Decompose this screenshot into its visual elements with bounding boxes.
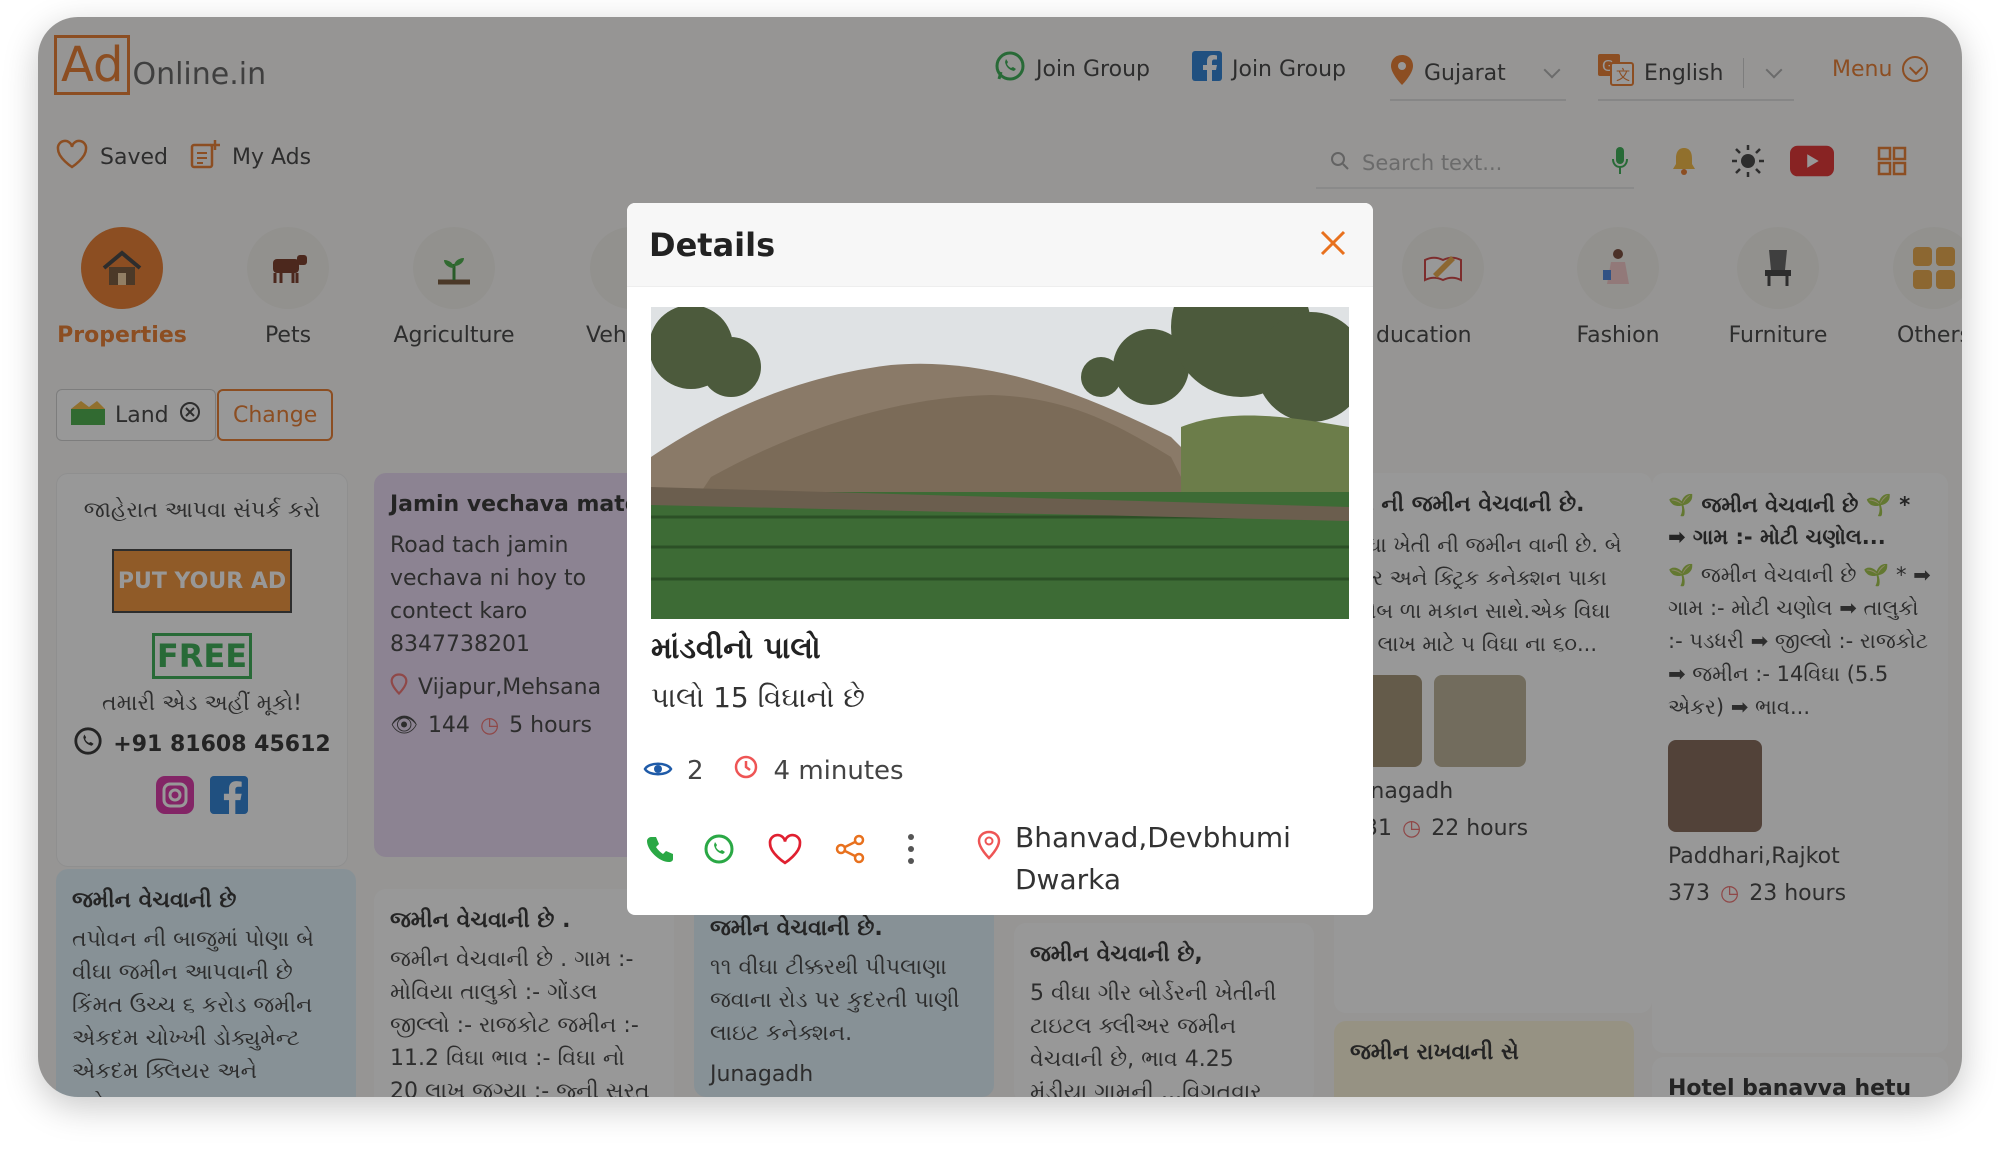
ad-location: Bhanvad,Devbhumi Dwarka [977,817,1345,901]
details-modal: Details માંડવીનો પાલો પાલો 15 વિઘાનો છે … [627,203,1373,915]
posted-time: 4 minutes [773,755,904,786]
eye-icon [643,756,673,786]
ad-stats: 2 4 minutes [643,755,904,786]
heart-icon[interactable] [767,833,803,869]
modal-title: Details [649,225,776,264]
modal-header: Details [627,203,1373,287]
share-icon[interactable] [835,834,865,868]
app-frame: Ad Online.in Join Group Join Group Gujar… [38,17,1962,1097]
ad-actions [645,833,915,869]
close-icon[interactable] [1319,229,1347,261]
clock-icon [734,755,758,786]
ad-title: માંડવીનો પાલો [651,631,821,666]
whatsapp-icon[interactable] [703,833,735,869]
phone-icon[interactable] [645,834,675,868]
more-options-icon[interactable] [907,833,915,869]
view-count: 2 [687,755,704,786]
ad-photo[interactable] [651,307,1349,619]
ad-location-text: Bhanvad,Devbhumi Dwarka [1015,821,1291,896]
location-pin-icon [977,829,1001,901]
ad-description: પાલો 15 વિઘાનો છે [651,681,865,714]
